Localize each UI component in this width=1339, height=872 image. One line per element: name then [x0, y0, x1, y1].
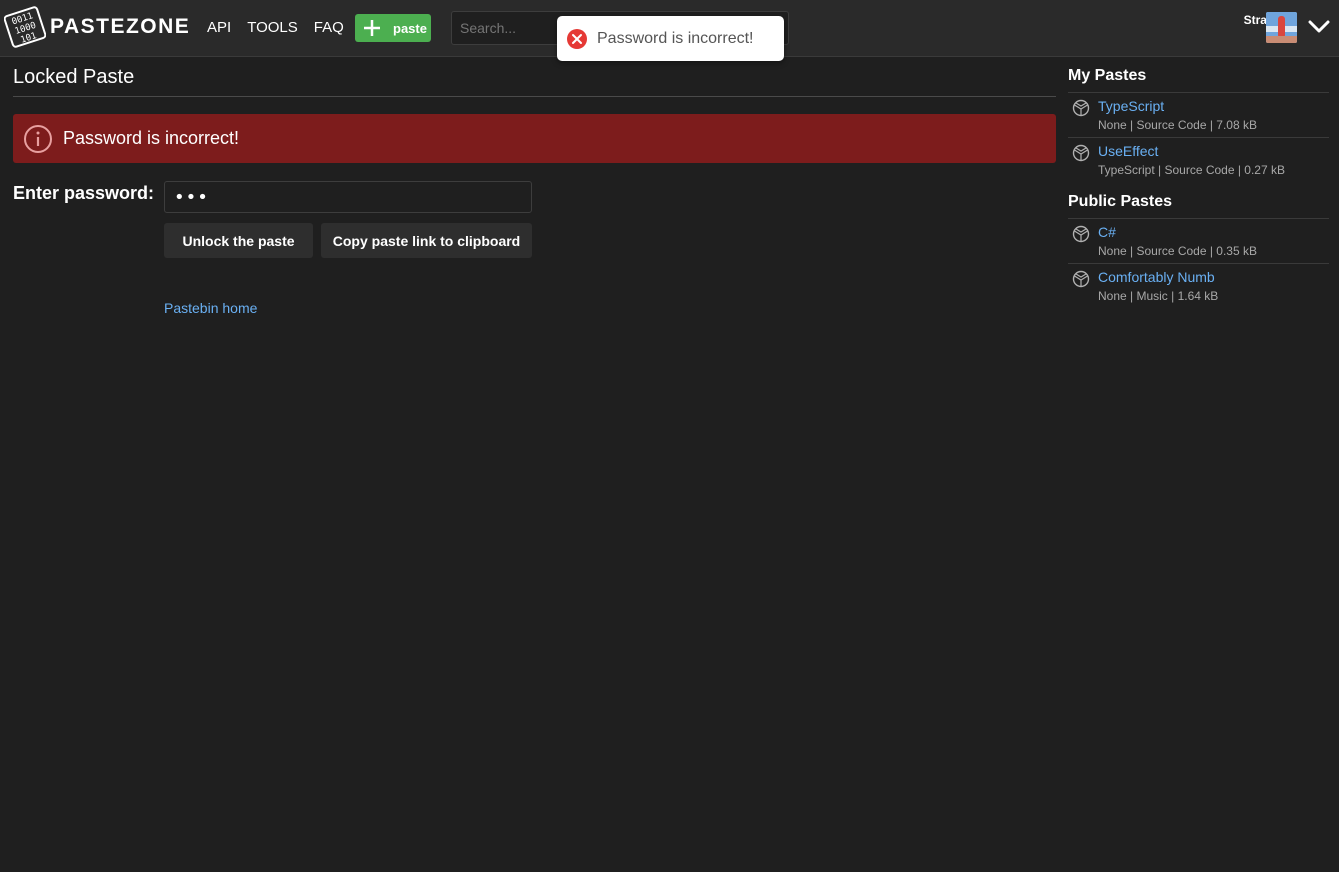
paste-title[interactable]: UseEffect	[1098, 143, 1158, 159]
list-item[interactable]: UseEffect TypeScript | Source Code | 0.2…	[1068, 138, 1329, 182]
list-item[interactable]: C# None | Source Code | 0.35 kB	[1068, 219, 1329, 263]
error-toast: Password is incorrect!	[557, 16, 784, 61]
paste-title[interactable]: Comfortably Numb	[1098, 269, 1215, 285]
nav-faq[interactable]: FAQ	[314, 19, 344, 36]
title-divider	[13, 96, 1056, 97]
paste-meta: None | Source Code | 7.08 kB	[1098, 118, 1257, 132]
list-item[interactable]: Comfortably Numb None | Music | 1.64 kB	[1068, 264, 1329, 308]
paste-globe-icon	[1072, 99, 1090, 117]
unlock-button[interactable]: Unlock the paste	[164, 223, 313, 258]
page-title: Locked Paste	[13, 66, 135, 88]
error-alert: Password is incorrect!	[13, 114, 1056, 163]
paste-meta: None | Music | 1.64 kB	[1098, 289, 1219, 303]
pastebin-home-link[interactable]: Pastebin home	[164, 300, 257, 316]
paste-meta: None | Source Code | 0.35 kB	[1098, 244, 1257, 258]
avatar[interactable]	[1266, 12, 1297, 43]
public-pastes-heading: Public Pastes	[1068, 193, 1173, 210]
nav-api[interactable]: API	[207, 19, 231, 36]
nav-tools[interactable]: TOOLS	[247, 19, 298, 36]
logo[interactable]: 0011 1000 101 PASTEZONE	[4, 6, 190, 48]
alert-message: Password is incorrect!	[63, 128, 240, 148]
chevron-down-icon[interactable]	[1308, 18, 1330, 34]
logo-text: PASTEZONE	[50, 15, 191, 38]
paste-globe-icon	[1072, 225, 1090, 243]
list-item[interactable]: TypeScript None | Source Code | 7.08 kB	[1068, 93, 1329, 137]
paste-globe-icon	[1072, 270, 1090, 288]
avatar-image	[1266, 12, 1297, 43]
plus-icon	[364, 20, 380, 36]
password-input[interactable]	[164, 181, 532, 213]
info-circle-icon	[24, 124, 52, 153]
paste-title[interactable]: C#	[1098, 224, 1116, 240]
main-nav: API TOOLS FAQ	[207, 19, 360, 36]
my-pastes-heading: My Pastes	[1068, 67, 1147, 84]
new-paste-button[interactable]: paste	[355, 14, 431, 42]
paste-meta: TypeScript | Source Code | 0.27 kB	[1098, 163, 1285, 177]
error-circle-icon	[567, 28, 587, 49]
new-paste-label: paste	[393, 20, 427, 36]
password-label: Enter password:	[13, 183, 155, 203]
copy-link-button[interactable]: Copy paste link to clipboard	[321, 223, 532, 258]
paste-title[interactable]: TypeScript	[1098, 98, 1164, 114]
logo-icon: 0011 1000 101	[4, 6, 46, 48]
toast-message: Password is incorrect!	[597, 29, 754, 47]
paste-globe-icon	[1072, 144, 1090, 162]
